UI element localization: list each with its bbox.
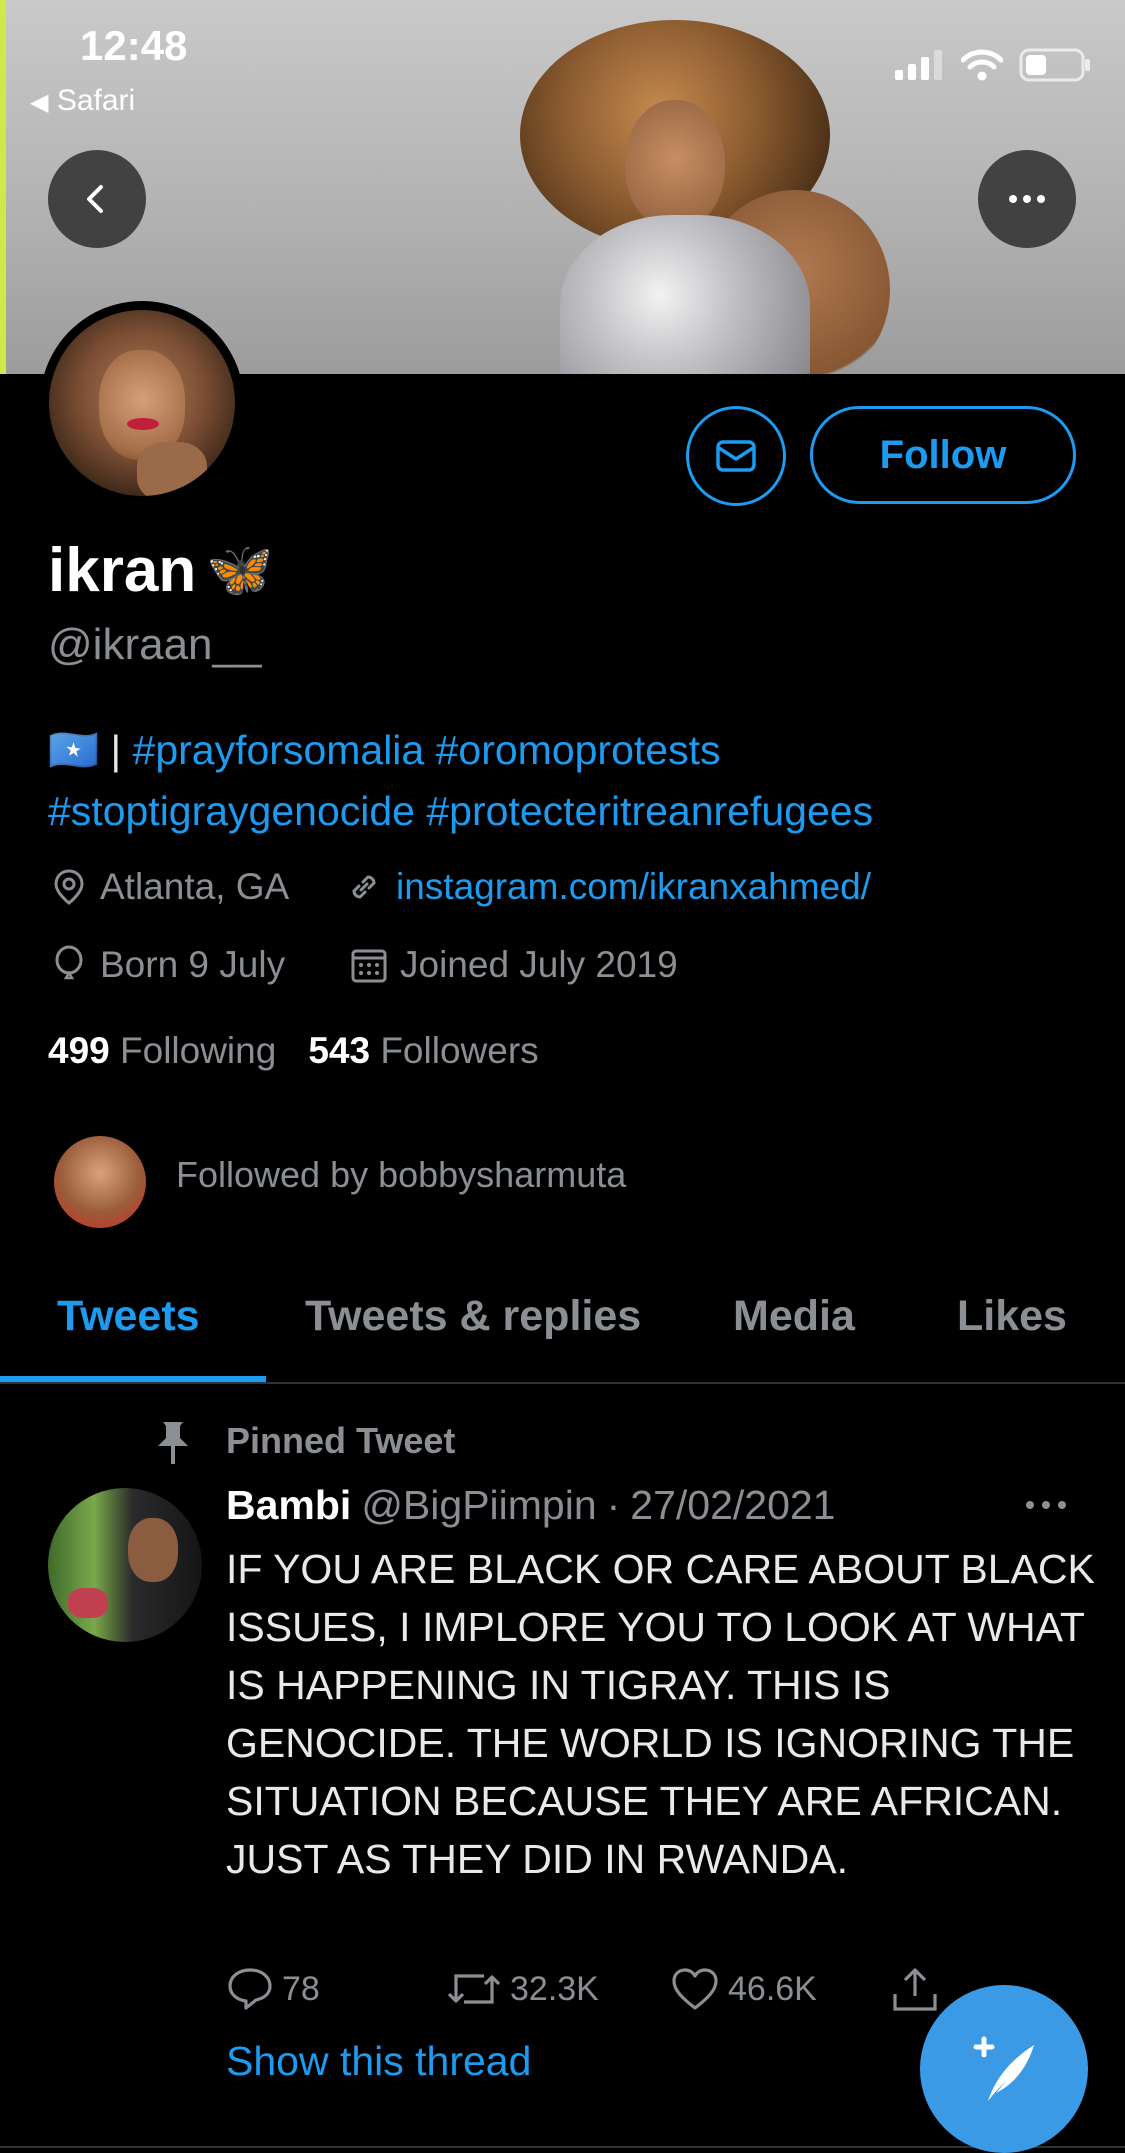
status-time: 12:48: [80, 22, 188, 69]
tweet-date[interactable]: 27/02/2021: [630, 1482, 835, 1529]
following-count-link[interactable]: 499 Following: [48, 1030, 276, 1072]
pinned-label: Pinned Tweet: [226, 1420, 456, 1461]
location-text: Atlanta, GA: [100, 866, 290, 907]
birthday-text: Born 9 July: [100, 944, 286, 985]
reply-count: 78: [282, 1969, 320, 2008]
tweet-header: Bambi @BigPiimpin · 27/02/2021: [226, 1482, 835, 1529]
somalia-flag-emoji: 🇸🇴: [48, 727, 100, 773]
profile-tabs: Tweets Tweets & replies Media Likes: [0, 1278, 1125, 1384]
active-tab-indicator: [0, 1376, 266, 1382]
followers-count: 543: [308, 1030, 371, 1071]
banner-face: [625, 100, 725, 230]
mail-icon: [716, 440, 756, 472]
website-link[interactable]: instagram.com/ikranxahmed/: [396, 866, 871, 908]
signal-icon: [895, 50, 942, 80]
show-thread-link[interactable]: Show this thread: [226, 2038, 531, 2085]
banner-outfit: [560, 215, 810, 374]
compose-tweet-button[interactable]: [920, 1985, 1088, 2153]
profile-bio: 🇸🇴 | #prayforsomalia #oromoprotests #sto…: [48, 720, 1088, 842]
follow-button[interactable]: Follow: [810, 406, 1076, 504]
more-options-button[interactable]: [978, 150, 1076, 248]
tab-tweets[interactable]: Tweets: [57, 1292, 200, 1341]
banner-edge: [0, 0, 6, 374]
bio-hashtags-line1[interactable]: #prayforsomalia #oromoprotests: [133, 727, 721, 773]
followers-count-link[interactable]: 543 Followers: [308, 1030, 538, 1072]
tweet-more-button[interactable]: [1024, 1498, 1068, 1516]
tweet-author-handle[interactable]: @BigPiimpin: [361, 1482, 596, 1529]
compose-icon: [973, 2036, 1034, 2101]
tab-tweets-and-replies[interactable]: Tweets & replies: [305, 1292, 641, 1341]
following-label: Following: [120, 1030, 277, 1071]
website-item[interactable]: instagram.com/ikranxahmed/: [344, 866, 871, 908]
butterfly-emoji: 🦋: [206, 540, 274, 600]
back-button[interactable]: [48, 150, 146, 248]
bio-separator: |: [110, 727, 122, 773]
tweet-text: IF YOU ARE BLACK OR CARE ABOUT BLACK ISS…: [226, 1546, 1095, 1882]
retweet-button[interactable]: 32.3K: [446, 1966, 599, 2012]
tab-likes[interactable]: Likes: [957, 1292, 1067, 1341]
followed-by-text[interactable]: Followed by bobbysharmuta: [176, 1154, 626, 1196]
more-horizontal-icon: [1009, 195, 1045, 203]
reply-button[interactable]: 78: [226, 1966, 320, 2012]
display-name: ikran 🦋: [48, 535, 273, 606]
location-pin-icon: [54, 869, 84, 905]
wifi-icon: [961, 49, 1003, 81]
follow-counts: 499 Following 543 Followers: [48, 1030, 539, 1072]
status-back-to-app[interactable]: ◀ Safari: [30, 84, 135, 118]
status-back-label: Safari: [56, 84, 136, 117]
balloon-icon: [55, 945, 83, 980]
calendar-icon: [351, 949, 387, 983]
back-triangle-icon: ◀: [30, 89, 49, 116]
tweet-divider: [0, 2146, 1125, 2148]
share-button[interactable]: [890, 1966, 940, 2014]
followers-label: Followers: [380, 1030, 539, 1071]
message-button[interactable]: [686, 406, 786, 506]
chevron-left-icon: [87, 185, 103, 213]
mutual-follower-avatar[interactable]: [54, 1136, 146, 1228]
link-icon: [352, 875, 376, 899]
like-button[interactable]: 46.6K: [670, 1966, 817, 2012]
joined-text: Joined July 2019: [400, 944, 678, 985]
share-icon: [893, 1968, 937, 2011]
birthday-item: Born 9 July: [50, 944, 285, 986]
profile-avatar[interactable]: [40, 301, 244, 505]
display-name-text: ikran: [48, 536, 197, 605]
status-icons: [895, 48, 1091, 82]
bio-hashtags-line2[interactable]: #stoptigraygenocide #protecteritreanrefu…: [48, 781, 1088, 842]
avatar-photo: [49, 310, 235, 496]
pin-icon: [158, 1422, 188, 1464]
following-count: 499: [48, 1030, 110, 1071]
more-horizontal-icon: [1026, 1501, 1066, 1509]
tweet-author-name[interactable]: Bambi: [226, 1482, 351, 1529]
profile-handle: @ikraan__: [48, 620, 262, 669]
retweet-count: 32.3K: [510, 1969, 599, 2008]
retweet-icon: [447, 1974, 501, 2004]
location-item: Atlanta, GA: [50, 866, 289, 908]
like-count: 46.6K: [728, 1969, 817, 2008]
tweet-author-avatar[interactable]: [48, 1488, 202, 1642]
reply-icon: [228, 1968, 272, 2010]
tab-media[interactable]: Media: [733, 1292, 855, 1341]
tweet-header-separator: ·: [606, 1482, 621, 1528]
joined-item: Joined July 2019: [350, 944, 678, 986]
pinned-indicator: [150, 1418, 196, 1473]
heart-icon: [672, 1968, 718, 2010]
battery-icon: [1019, 48, 1090, 82]
